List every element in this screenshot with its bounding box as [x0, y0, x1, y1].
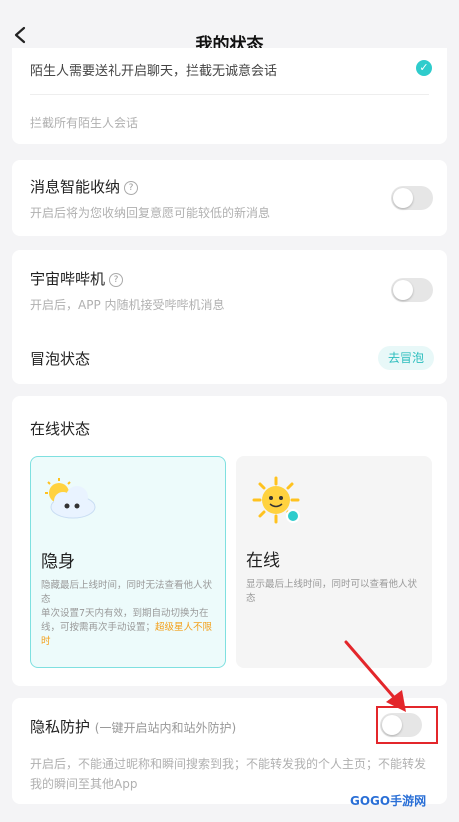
help-icon[interactable]: ? [124, 180, 139, 195]
stranger-option-label[interactable]: 陌生人需要送礼开启聊天，拦截无诚意会话 [30, 60, 277, 79]
cosmic-beep-card: 宇宙哔哔机? 开启后，APP 内随机接受哔哔机消息 冒泡状态 去冒泡 [12, 250, 447, 384]
online-status-title: 在线状态 [30, 420, 91, 438]
smart-inbox-card: 消息智能收纳? 开启后将为您收纳回复意愿可能较低的新消息 [12, 160, 447, 236]
invisible-desc-line1: 隐藏最后上线时间，同时无法查看他人状态 [41, 580, 213, 605]
online-description: 显示最后上线时间，同时可以查看他人状态 [246, 579, 418, 604]
smart-inbox-toggle[interactable] [391, 186, 433, 210]
privacy-description: 开启后，不能通过昵称和瞬间搜索到我；不能转发我的个人主页；不能转发我的瞬间至其他… [30, 757, 427, 791]
invisible-option-card[interactable]: 隐身 隐藏最后上线时间，同时无法查看他人状态 单次设置7天内有效，到期自动切换为… [30, 456, 226, 668]
help-icon[interactable]: ? [109, 272, 124, 287]
cosmic-beep-subtitle: 开启后，APP 内随机接受哔哔机消息 [30, 298, 225, 312]
invisible-label: 隐身 [41, 552, 75, 572]
privacy-label: 隐私防护 [30, 718, 91, 736]
bubble-status-label: 冒泡状态 [30, 350, 91, 368]
sun-face-icon [252, 476, 300, 524]
check-icon[interactable]: ✓ [416, 60, 432, 76]
sun-cloud-icon [45, 478, 96, 519]
block-all-strangers-option[interactable]: 拦截所有陌生人会话 [30, 114, 138, 131]
cosmic-beep-label: 宇宙哔哔机 [30, 270, 106, 288]
stranger-settings-card: 陌生人需要送礼开启聊天，拦截无诚意会话 ✓ 拦截所有陌生人会话 [12, 48, 447, 144]
toggle-knob [393, 188, 413, 208]
go-bubble-button[interactable]: 去冒泡 [378, 346, 435, 370]
online-label: 在线 [246, 551, 280, 571]
smart-inbox-label: 消息智能收纳 [30, 178, 121, 196]
smart-inbox-title: 消息智能收纳? [30, 176, 139, 197]
privacy-note: (一键开启站内和站外防护) [94, 721, 237, 735]
cosmic-beep-title: 宇宙哔哔机? [30, 268, 124, 289]
invisible-description: 隐藏最后上线时间，同时无法查看他人状态 单次设置7天内有效，到期自动切换为在线，… [41, 579, 215, 649]
cosmic-beep-toggle[interactable] [391, 278, 433, 302]
toggle-knob [393, 280, 413, 300]
smart-inbox-subtitle: 开启后将为您收纳回复意愿可能较低的新消息 [30, 206, 271, 220]
divider [30, 94, 429, 95]
privacy-title: 隐私防护 (一键开启站内和站外防护) [30, 716, 236, 737]
annotation-arrow-icon [344, 640, 406, 712]
watermark-logo: GOGO手游网 [350, 794, 427, 808]
